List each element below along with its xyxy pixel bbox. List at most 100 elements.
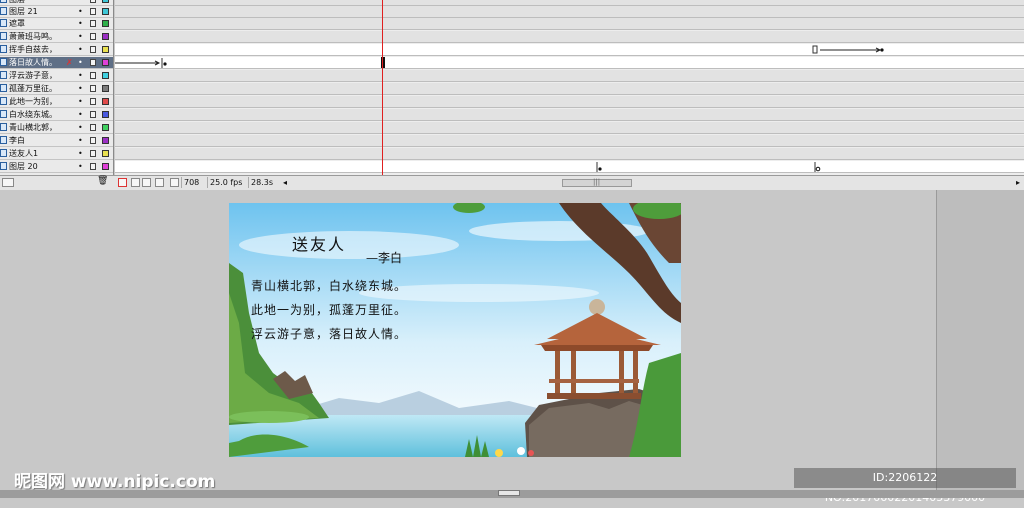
frame-row[interactable]: [115, 31, 1024, 43]
layer-row[interactable]: 萧萧班马鸣。 •: [0, 31, 113, 43]
frame-row[interactable]: [115, 109, 1024, 121]
frame-row[interactable]: [115, 161, 1024, 173]
layer-name: 青山横北郭，: [9, 123, 57, 132]
layer-color-swatch[interactable]: [102, 150, 109, 157]
layer-icon: [0, 162, 7, 170]
visibility-dot[interactable]: •: [78, 83, 83, 94]
layer-color-swatch[interactable]: [102, 137, 109, 144]
layer-icon: [0, 7, 7, 15]
playhead[interactable]: [382, 0, 383, 175]
layer-row[interactable]: 此地一为别， •: [0, 96, 113, 108]
frame-row[interactable]: [115, 70, 1024, 82]
layer-name: 图层 21: [9, 7, 38, 16]
layer-name: 白水绕东城。: [9, 110, 57, 119]
timeline-scrollbar-thumb[interactable]: |||: [562, 178, 632, 187]
lock-icon[interactable]: [90, 124, 96, 131]
poem-author: —李白: [366, 251, 403, 265]
layer-icon: [0, 84, 7, 92]
visibility-dot[interactable]: •: [78, 0, 83, 5]
keyframes-row[interactable]: [595, 161, 835, 173]
layer-row[interactable]: 送友人1 •: [0, 148, 113, 160]
visibility-dot[interactable]: •: [78, 122, 83, 133]
lock-icon[interactable]: [90, 33, 96, 40]
scroll-right-arrow-icon[interactable]: ▸: [1014, 177, 1022, 188]
layer-color-swatch[interactable]: [102, 124, 109, 131]
frame-row[interactable]: [115, 6, 1024, 18]
motion-tween-selected[interactable]: [115, 57, 175, 69]
center-frame-icon[interactable]: [118, 178, 127, 187]
layer-color-swatch[interactable]: [102, 163, 109, 170]
lock-icon[interactable]: [90, 150, 96, 157]
frame-row[interactable]: [115, 122, 1024, 134]
visibility-dot[interactable]: •: [78, 57, 83, 68]
stage-canvas[interactable]: 送友人 —李白 青山横北郭，白水绕东城。 此地一为别，孤蓬万里征。 浮云游子意，…: [229, 203, 681, 457]
elapsed-time: 28.3s: [248, 177, 275, 188]
lock-icon[interactable]: [90, 0, 96, 3]
layer-name: 李白: [9, 136, 25, 145]
visibility-dot[interactable]: •: [78, 44, 83, 55]
layer-row[interactable]: 青山横北郭， •: [0, 122, 113, 134]
lock-icon[interactable]: [90, 59, 96, 66]
onion-skin-outline-icon[interactable]: [142, 178, 151, 187]
visibility-dot[interactable]: •: [78, 135, 83, 146]
layer-row-selected[interactable]: 落日故人情。 ✗ •: [0, 57, 113, 69]
layer-name: 落日故人情。: [9, 58, 57, 67]
layer-color-swatch[interactable]: [102, 33, 109, 40]
frame-row[interactable]: [115, 135, 1024, 147]
visibility-dot[interactable]: •: [78, 18, 83, 29]
onion-skin-icon[interactable]: [131, 178, 140, 187]
layer-color-swatch[interactable]: [102, 20, 109, 27]
visibility-dot[interactable]: •: [78, 161, 83, 172]
lock-icon[interactable]: [90, 163, 96, 170]
lock-icon[interactable]: [90, 20, 96, 27]
add-layer-folder-icon[interactable]: [2, 178, 14, 187]
layer-row[interactable]: 图层 20 •: [0, 161, 113, 173]
frame-row[interactable]: [115, 18, 1024, 30]
lock-icon[interactable]: [90, 85, 96, 92]
motion-tween[interactable]: [810, 44, 890, 56]
frame-row[interactable]: [115, 148, 1024, 160]
visibility-dot[interactable]: •: [78, 31, 83, 42]
frame-row[interactable]: [115, 57, 1024, 69]
visibility-dot[interactable]: •: [78, 70, 83, 81]
layer-color-swatch[interactable]: [102, 59, 109, 66]
lock-icon[interactable]: [90, 137, 96, 144]
visibility-dot[interactable]: •: [78, 96, 83, 107]
lock-icon[interactable]: [90, 8, 96, 15]
visibility-dot[interactable]: •: [78, 6, 83, 17]
layer-row[interactable]: 李白 •: [0, 135, 113, 147]
visibility-dot[interactable]: •: [78, 148, 83, 159]
frame-row[interactable]: [115, 83, 1024, 95]
layer-color-swatch[interactable]: [102, 72, 109, 79]
layer-row[interactable]: 遮罩 •: [0, 18, 113, 30]
mask-layer-icon: [0, 19, 7, 27]
lock-icon[interactable]: [90, 98, 96, 105]
layer-row[interactable]: 图层 21 •: [0, 6, 113, 18]
lock-icon[interactable]: [90, 111, 96, 118]
layer-color-swatch[interactable]: [102, 111, 109, 118]
visibility-dot[interactable]: •: [78, 109, 83, 120]
frame-row[interactable]: [115, 96, 1024, 108]
frame-rate[interactable]: 25.0 fps: [207, 177, 244, 188]
panel-collapse-handle[interactable]: [498, 490, 520, 496]
modify-markers-icon[interactable]: [170, 178, 179, 187]
lock-icon[interactable]: [90, 72, 96, 79]
layer-color-swatch[interactable]: [102, 8, 109, 15]
layer-row[interactable]: 孤蓬万里征。 •: [0, 83, 113, 95]
layer-color-swatch[interactable]: [102, 98, 109, 105]
edit-multiple-frames-icon[interactable]: [155, 178, 164, 187]
layer-name: 图层: [9, 0, 25, 5]
layer-icon: [0, 136, 7, 144]
layer-color-swatch[interactable]: [102, 85, 109, 92]
trash-icon[interactable]: 🗑: [97, 176, 108, 186]
layer-row[interactable]: 浮云游子意， •: [0, 70, 113, 82]
pencil-lock-icon[interactable]: ✗: [66, 57, 73, 68]
layer-row[interactable]: 白水绕东城。 •: [0, 109, 113, 121]
layer-icon: [0, 123, 7, 131]
layer-color-swatch[interactable]: [102, 0, 109, 3]
scroll-left-arrow-icon[interactable]: ◂: [281, 177, 289, 188]
layer-color-swatch[interactable]: [102, 46, 109, 53]
lock-icon[interactable]: [90, 46, 96, 53]
timeline-frames[interactable]: [115, 0, 1024, 175]
layer-row[interactable]: 挥手自兹去， •: [0, 44, 113, 56]
